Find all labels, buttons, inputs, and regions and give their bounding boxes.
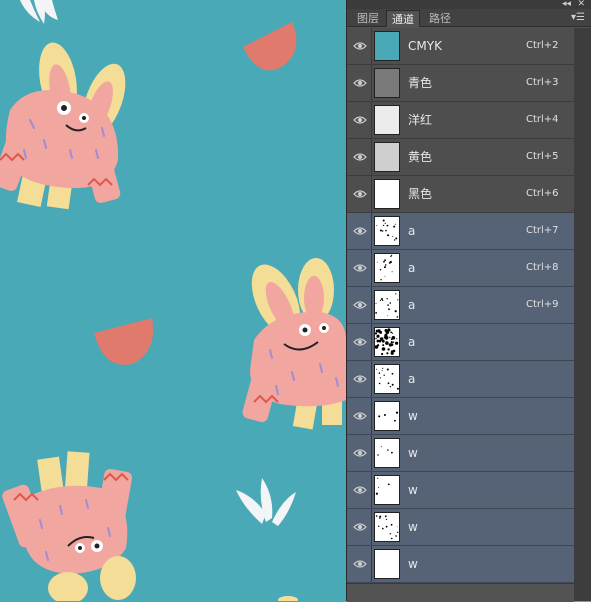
channel-name: a	[408, 298, 416, 312]
eye-icon[interactable]	[353, 226, 367, 236]
artwork	[0, 0, 346, 601]
row-divider	[371, 398, 372, 434]
eye-icon[interactable]	[353, 115, 367, 125]
eye-icon[interactable]	[353, 41, 367, 51]
eye-icon[interactable]	[353, 263, 367, 273]
row-divider	[371, 472, 372, 508]
channel-shortcut: Ctrl+6	[526, 188, 559, 199]
eye-icon[interactable]	[353, 559, 367, 569]
row-divider	[371, 546, 372, 582]
row-divider	[371, 361, 372, 397]
panel-tab-bar: 图层 通道 路径 ▾☰	[347, 9, 591, 27]
channel-shortcut: Ctrl+8	[526, 262, 559, 273]
channel-name: 青色	[408, 76, 433, 90]
channel-row[interactable]: w	[347, 509, 574, 546]
eye-icon[interactable]	[353, 189, 367, 199]
channel-name: w	[408, 520, 418, 534]
channel-shortcut: Ctrl+2	[526, 40, 559, 51]
channel-row[interactable]: w	[347, 398, 574, 435]
eye-icon[interactable]	[353, 374, 367, 384]
panel-menu-icon[interactable]: ▾☰	[571, 12, 585, 24]
row-divider	[371, 287, 372, 323]
panel-footer	[347, 583, 574, 602]
eye-icon[interactable]	[353, 152, 367, 162]
channel-name: a	[408, 261, 416, 275]
channels-panel: ◂◂ ✕ 图层 通道 路径 ▾☰ CMYK Ctrl+2 青色 Ctrl+3 洋红 Ctr…	[346, 0, 591, 602]
channel-row[interactable]: a Ctrl+8	[347, 250, 574, 287]
row-divider	[371, 176, 372, 212]
row-divider	[371, 250, 372, 286]
channel-thumbnail	[374, 68, 400, 98]
channel-shortcut: Ctrl+7	[526, 225, 559, 236]
channel-row[interactable]: 黑色 Ctrl+6	[347, 176, 574, 213]
channel-row[interactable]: a	[347, 361, 574, 398]
panel-scrollbar[interactable]	[574, 28, 591, 601]
eye-icon[interactable]	[353, 411, 367, 421]
channel-thumbnail	[374, 290, 400, 320]
panel-title-bar: ◂◂ ✕	[347, 0, 591, 9]
channel-name: a	[408, 224, 416, 238]
channel-row[interactable]: a	[347, 324, 574, 361]
row-divider	[371, 28, 372, 64]
channel-thumbnail	[374, 327, 400, 357]
channel-name: 黄色	[408, 150, 433, 164]
channel-thumbnail	[374, 253, 400, 283]
channel-name: w	[408, 446, 418, 460]
eye-icon[interactable]	[353, 337, 367, 347]
channel-name: 黑色	[408, 187, 433, 201]
eye-icon[interactable]	[353, 522, 367, 532]
row-divider	[371, 65, 372, 101]
channel-shortcut: Ctrl+3	[526, 77, 559, 88]
eye-icon[interactable]	[353, 300, 367, 310]
channel-row[interactable]: 洋红 Ctrl+4	[347, 102, 574, 139]
channel-thumbnail	[374, 549, 400, 579]
row-divider	[371, 102, 372, 138]
tab-channels[interactable]: 通道	[386, 10, 420, 27]
channel-thumbnail	[374, 216, 400, 246]
channel-row[interactable]: 青色 Ctrl+3	[347, 65, 574, 102]
channel-thumbnail	[374, 438, 400, 468]
channel-name: a	[408, 335, 416, 349]
channel-thumbnail	[374, 364, 400, 394]
channel-name: w	[408, 483, 418, 497]
tab-layers[interactable]: 图层	[352, 10, 384, 27]
channel-shortcut: Ctrl+4	[526, 114, 559, 125]
channel-name: w	[408, 557, 418, 571]
channel-thumbnail	[374, 475, 400, 505]
eye-icon[interactable]	[353, 448, 367, 458]
channel-thumbnail	[374, 401, 400, 431]
channel-row[interactable]: w	[347, 472, 574, 509]
channel-row[interactable]: w	[347, 435, 574, 472]
document-canvas[interactable]	[0, 0, 346, 601]
channel-shortcut: Ctrl+9	[526, 299, 559, 310]
tab-paths[interactable]: 路径	[424, 10, 456, 27]
channel-name: a	[408, 372, 416, 386]
channel-row[interactable]: a Ctrl+9	[347, 287, 574, 324]
row-divider	[371, 139, 372, 175]
channel-thumbnail	[374, 105, 400, 135]
row-divider	[371, 213, 372, 249]
channel-name: 洋红	[408, 113, 433, 127]
channel-thumbnail	[374, 142, 400, 172]
channel-thumbnail	[374, 179, 400, 209]
channel-row[interactable]: 黄色 Ctrl+5	[347, 139, 574, 176]
eye-icon[interactable]	[353, 485, 367, 495]
channel-row[interactable]: w	[347, 546, 574, 583]
channel-thumbnail	[374, 512, 400, 542]
channel-shortcut: Ctrl+5	[526, 151, 559, 162]
channel-row[interactable]: CMYK Ctrl+2	[347, 28, 574, 65]
row-divider	[371, 509, 372, 545]
row-divider	[371, 435, 372, 471]
eye-icon[interactable]	[353, 78, 367, 88]
channel-row[interactable]: a Ctrl+7	[347, 213, 574, 250]
channel-thumbnail	[374, 31, 400, 61]
row-divider	[371, 324, 372, 360]
channel-name: w	[408, 409, 418, 423]
channel-name: CMYK	[408, 39, 442, 53]
